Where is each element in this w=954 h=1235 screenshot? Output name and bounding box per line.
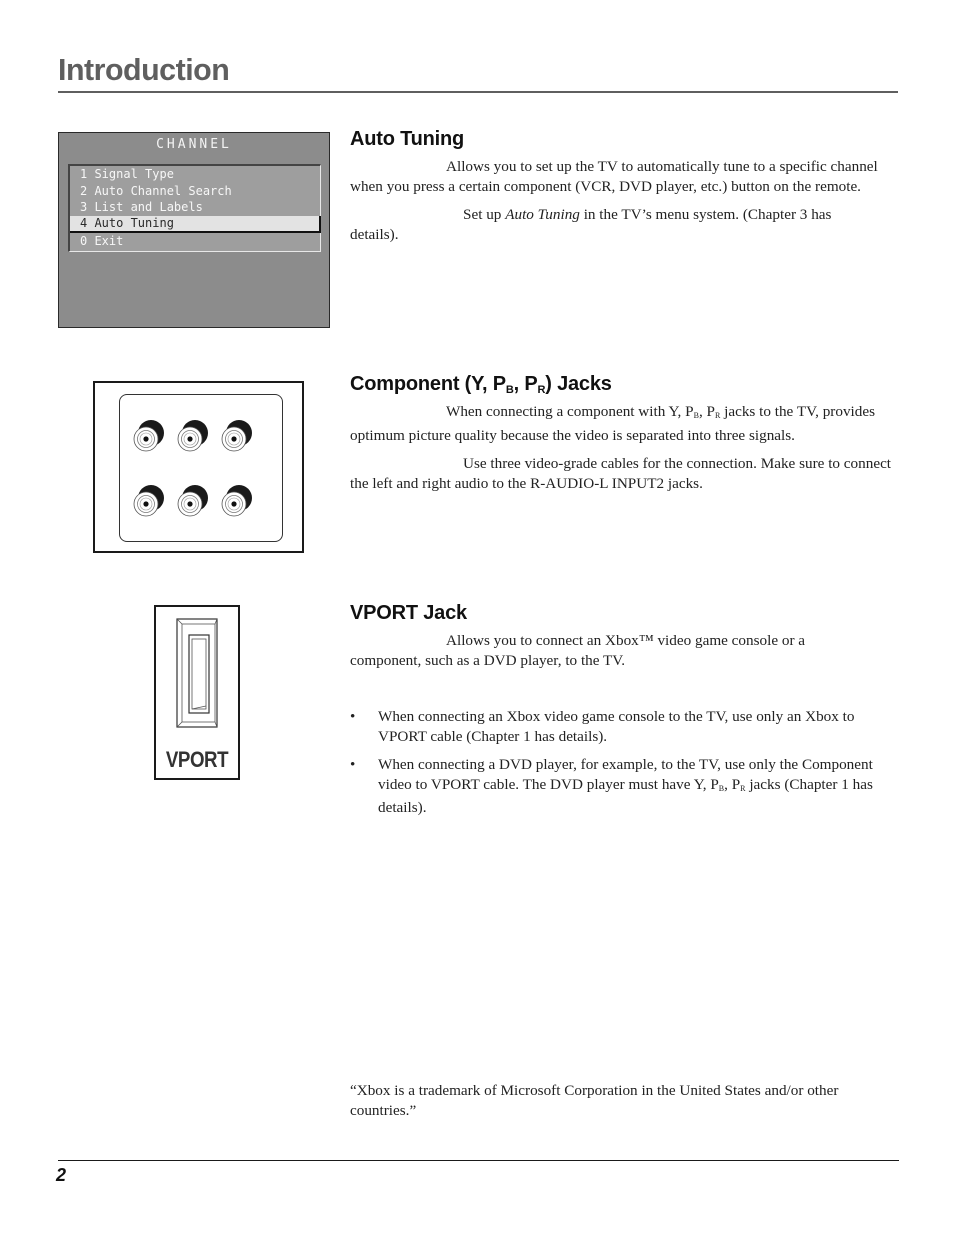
component-jacks-illustration [93, 381, 304, 553]
menu-item-exit: 0 Exit [80, 233, 124, 248]
bullet-text: , P [724, 775, 741, 793]
component-description: When connecting a component with Y, PB, … [350, 402, 898, 445]
section-component-jacks: Component (Y, PB, PR) Jacks When connect… [350, 373, 898, 493]
channel-menu-list: 1 Signal Type 2 Auto Channel Search 3 Li… [68, 164, 321, 252]
channel-menu-screenshot: CHANNEL 1 Signal Type 2 Auto Channel Sea… [58, 132, 330, 328]
channel-menu-title: CHANNEL [156, 137, 232, 152]
rca-jack-icon [133, 420, 164, 452]
auto-tuning-howto: Set up Auto Tuning in the TV’s menu syst… [350, 205, 898, 244]
section-auto-tuning: Auto Tuning Allows you to set up the TV … [350, 128, 898, 244]
rca-jack-icon [177, 420, 208, 452]
section-vport-jack: VPORT Jack Allows you to connect an Xbox… [350, 602, 898, 827]
menu-item-auto-tuning: 4 Auto Tuning [70, 215, 321, 233]
bullet-icon: • [350, 756, 356, 773]
rca-jacks-graphic [133, 420, 252, 517]
footer-divider [58, 1160, 899, 1161]
component-howto: Use three video-grade cables for the con… [350, 455, 892, 492]
heading-sub: B [505, 384, 514, 396]
jacks-panel [119, 394, 283, 542]
heading-component-jacks: Component (Y, PB, PR) Jacks [350, 373, 898, 396]
heading-part: ) Jacks [545, 373, 612, 395]
page-title: Introduction [58, 52, 230, 87]
trademark-note: “Xbox is a trademark of Microsoft Corpor… [350, 1082, 839, 1119]
vport-connector-icon [176, 618, 218, 728]
menu-item-auto-channel-search: 2 Auto Channel Search [80, 183, 232, 198]
rca-jack-icon [133, 485, 164, 517]
menu-item-signal-type: 1 Signal Type [80, 167, 174, 181]
auto-tuning-description: Allows you to set up the TV to automatic… [350, 158, 878, 195]
rca-jack-icon [177, 485, 208, 517]
vport-label: VPORT [165, 747, 229, 772]
menu-item-list-and-labels: 3 List and Labels [80, 200, 203, 214]
howto-text-end: in the TV’s menu system. (Chapter 3 has … [350, 206, 832, 243]
title-divider [58, 91, 898, 93]
list-item: • When connecting an Xbox video game cons… [350, 707, 898, 746]
text: When connecting a component with Y, P [446, 403, 694, 420]
rca-jack-icon [221, 420, 252, 452]
heading-part: Component (Y, P [350, 373, 506, 395]
heading-auto-tuning: Auto Tuning [350, 128, 465, 150]
bullet-text: When connecting an Xbox video game conso… [378, 708, 855, 745]
vport-description: Allows you to connect an Xbox™ video gam… [350, 632, 806, 669]
vport-jack-illustration: VPORT [154, 605, 240, 780]
page-number: 2 [56, 1165, 67, 1185]
heading-vport-jack: VPORT Jack [350, 602, 467, 624]
howto-emphasis: Auto Tuning [505, 206, 580, 223]
howto-text-start: Set up [463, 206, 506, 223]
bullet-icon: • [350, 708, 356, 725]
trademark-note-block: “Xbox is a trademark of Microsoft Corpor… [350, 1081, 898, 1120]
heading-part: , P [513, 373, 538, 395]
text: , P [698, 403, 715, 420]
vport-bullet-list: • When connecting an Xbox video game cons… [350, 707, 898, 818]
list-item: • When connecting a DVD player, for examp… [350, 755, 898, 818]
rca-jack-icon [221, 485, 252, 517]
